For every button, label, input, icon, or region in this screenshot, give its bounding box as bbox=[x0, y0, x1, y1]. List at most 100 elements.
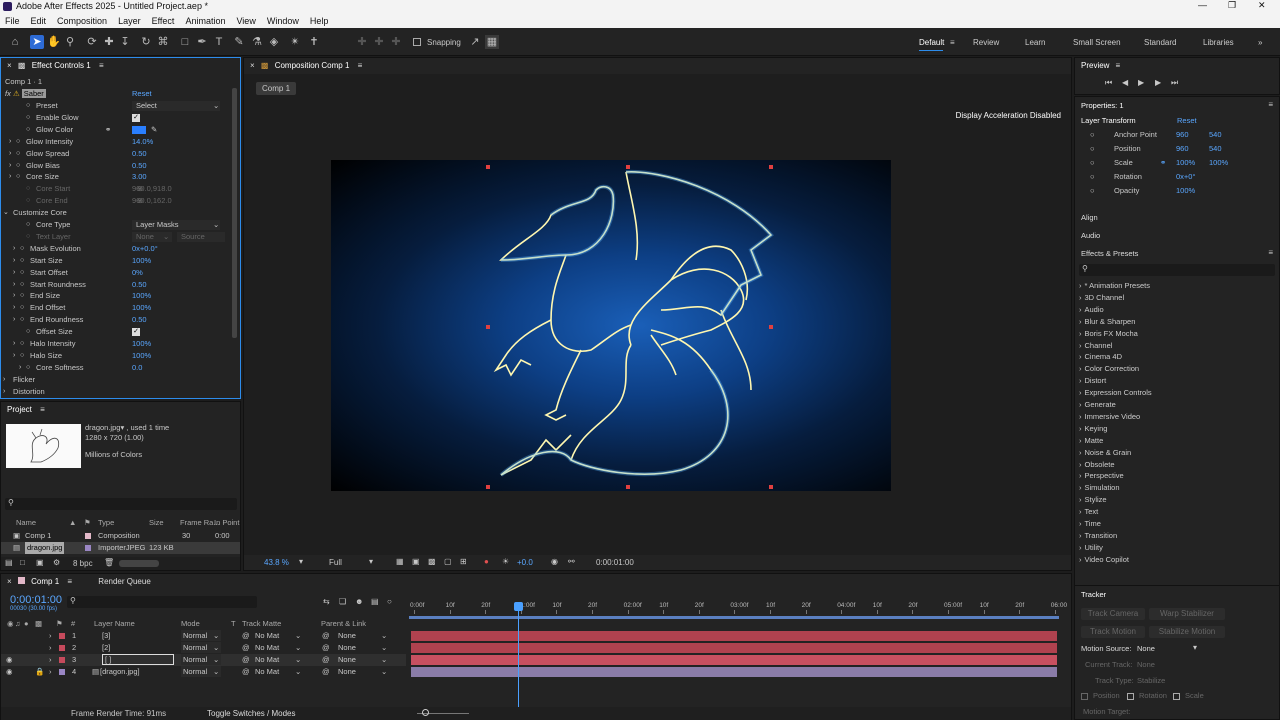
glow-color-swatch[interactable] bbox=[132, 125, 146, 134]
effects-category-perspective[interactable]: › Perspective bbox=[1079, 471, 1124, 480]
work-area-bar[interactable] bbox=[409, 616, 1059, 619]
twirl-right-icon[interactable]: › bbox=[13, 279, 15, 291]
twirl-right-icon[interactable]: › bbox=[9, 136, 11, 148]
close-panel-icon[interactable]: × bbox=[250, 61, 255, 70]
pan-tool-icon[interactable]: ✚ bbox=[102, 35, 116, 49]
layer-duration-bar[interactable] bbox=[411, 667, 1057, 677]
transform-row-position[interactable]: ○ Position 960 540 bbox=[1075, 143, 1275, 155]
effect-row-value[interactable]: 100% bbox=[132, 255, 151, 267]
checkbox[interactable]: ✓ bbox=[132, 113, 140, 122]
col-type[interactable]: Type bbox=[98, 517, 114, 529]
effect-row-end-size[interactable]: › ○ End Size 100% bbox=[1, 290, 236, 302]
parent-pickwhip-icon[interactable]: @ bbox=[322, 630, 330, 642]
twirl-right-icon[interactable]: › bbox=[1079, 376, 1082, 385]
timeline-layer-2[interactable]: › 2 [2] Normal ⌄ @ No Mat ⌄ @ None ⌄ bbox=[1, 642, 406, 654]
lock-icon[interactable]: 🔒 bbox=[35, 666, 44, 678]
effects-search-input[interactable]: ⚲ bbox=[1079, 264, 1275, 276]
stopwatch-icon[interactable]: ○ bbox=[26, 326, 30, 338]
preview-title[interactable]: Preview bbox=[1081, 61, 1109, 70]
axis-local-icon[interactable]: ✚ bbox=[355, 35, 369, 49]
twirl-right-icon[interactable]: › bbox=[19, 362, 21, 374]
effect-controls-scrollbar[interactable] bbox=[232, 88, 237, 338]
effect-row-customize-core[interactable]: ⌄ Customize Core bbox=[1, 207, 236, 219]
panel-menu-icon[interactable]: ≡ bbox=[358, 61, 363, 70]
close-panel-icon[interactable]: × bbox=[7, 61, 12, 70]
track-matte-pickwhip-icon[interactable]: @ bbox=[242, 642, 250, 654]
next-frame-icon[interactable]: ▶ bbox=[1155, 78, 1161, 87]
brush-tool-icon[interactable]: ✎ bbox=[232, 35, 246, 49]
panel-menu-icon[interactable]: ≡ bbox=[99, 61, 104, 70]
effects-category-stylize[interactable]: › Stylize bbox=[1079, 495, 1107, 504]
sort-icon[interactable]: ▲ bbox=[69, 517, 76, 529]
warp-stabilizer-button[interactable]: Warp Stabilizer bbox=[1149, 608, 1225, 620]
track-camera-button[interactable]: Track Camera bbox=[1081, 608, 1145, 620]
time-ruler[interactable]: 0:00f 10f 20f 01:00f 10f 20f 02:00f 10f 20f 03:00… bbox=[407, 594, 1067, 619]
twirl-right-icon[interactable]: › bbox=[1079, 448, 1082, 457]
snapping-checkbox[interactable] bbox=[413, 38, 421, 46]
twirl-right-icon[interactable]: › bbox=[13, 243, 15, 255]
playhead-handle[interactable] bbox=[514, 602, 523, 611]
workspace-small-screen[interactable]: Small Screen bbox=[1073, 38, 1121, 47]
effects-category-distort[interactable]: › Distort bbox=[1079, 376, 1106, 385]
stopwatch-icon[interactable]: ○ bbox=[20, 279, 24, 291]
track-matte-value[interactable]: No Mat bbox=[255, 666, 279, 678]
twirl-right-icon[interactable]: › bbox=[13, 338, 15, 350]
effect-row-glow-bias[interactable]: › ○ Glow Bias 0.50 bbox=[1, 160, 236, 172]
label-icon[interactable]: ⚑ bbox=[84, 517, 91, 529]
snap-options-icon[interactable]: ↗ bbox=[468, 35, 482, 49]
link-icon[interactable]: ⚭ bbox=[105, 124, 111, 136]
track-motion-button[interactable]: Track Motion bbox=[1081, 626, 1145, 638]
stopwatch-icon[interactable]: ○ bbox=[1090, 129, 1095, 141]
effects-category-matte[interactable]: › Matte bbox=[1079, 436, 1103, 445]
chevron-down-icon[interactable]: ⌄ bbox=[381, 630, 387, 642]
chevron-down-icon[interactable]: ⌄ bbox=[381, 642, 387, 654]
effect-row-distortion[interactable]: › Distortion bbox=[1, 386, 236, 398]
track-matte-value[interactable]: No Mat bbox=[255, 642, 279, 654]
effects-category-color-correction[interactable]: › Color Correction bbox=[1079, 364, 1139, 373]
stopwatch-icon[interactable]: ○ bbox=[20, 338, 24, 350]
dropdown-preset[interactable]: Select bbox=[132, 101, 220, 111]
effect-row-glow-color[interactable]: ○ Glow Color ✎ ⚭ bbox=[1, 124, 236, 136]
twirl-right-icon[interactable]: › bbox=[13, 290, 15, 302]
project-item-comp-1[interactable]: ▣ Comp 1 Composition 30 0:00 bbox=[1, 530, 240, 542]
transform-row-opacity[interactable]: ○ Opacity 100% bbox=[1075, 185, 1275, 197]
layer-label-color[interactable] bbox=[59, 669, 65, 675]
chevron-down-icon[interactable]: ⌄ bbox=[295, 666, 301, 678]
effects-category-immersive-video[interactable]: › Immersive Video bbox=[1079, 412, 1140, 421]
lock-header-icon[interactable]: ▩ bbox=[35, 618, 42, 630]
stopwatch-icon[interactable]: ○ bbox=[16, 171, 20, 183]
twirl-right-icon[interactable]: › bbox=[1079, 305, 1082, 314]
effects-category-utility[interactable]: › Utility bbox=[1079, 543, 1103, 552]
twirl-right-icon[interactable]: › bbox=[1079, 388, 1082, 397]
stopwatch-icon[interactable]: ○ bbox=[16, 148, 20, 160]
effect-row-value[interactable]: 0.50 bbox=[132, 314, 147, 326]
frame-blend-icon[interactable]: ▤ bbox=[371, 597, 379, 606]
roto-brush-icon[interactable]: ✴ bbox=[288, 35, 302, 49]
chevron-down-icon[interactable]: ⌄ bbox=[295, 654, 301, 666]
effects-category-transition[interactable]: › Transition bbox=[1079, 531, 1117, 540]
item-label-color[interactable] bbox=[85, 545, 91, 551]
effect-row-offset-size[interactable]: ○ Offset Size ✓ bbox=[1, 326, 236, 338]
visibility-eye-icon[interactable]: ◉ bbox=[6, 666, 13, 678]
comp-flowchart-icon[interactable]: ⇆ bbox=[323, 597, 330, 606]
twirl-right-icon[interactable]: › bbox=[49, 630, 52, 642]
menu-composition[interactable]: Composition bbox=[57, 16, 107, 26]
twirl-right-icon[interactable]: › bbox=[9, 171, 11, 183]
checkbox[interactable]: ✓ bbox=[132, 328, 140, 337]
first-frame-icon[interactable]: ⏮ bbox=[1105, 78, 1112, 88]
twirl-right-icon[interactable]: › bbox=[13, 255, 15, 267]
track-matte-value[interactable]: No Mat bbox=[255, 630, 279, 642]
effects-category-blur-sharpen[interactable]: › Blur & Sharpen bbox=[1079, 317, 1135, 326]
effects-category-video-copilot[interactable]: › Video Copilot bbox=[1079, 555, 1129, 564]
layer-duration-bar[interactable] bbox=[411, 631, 1057, 641]
workspace-learn[interactable]: Learn bbox=[1025, 38, 1045, 47]
twirl-right-icon[interactable]: › bbox=[13, 302, 15, 314]
col-in[interactable]: In Point bbox=[214, 517, 239, 529]
transform-value-1[interactable]: 100% bbox=[1176, 185, 1195, 197]
stopwatch-icon[interactable]: ○ bbox=[20, 350, 24, 362]
render-queue-tab[interactable]: Render Queue bbox=[98, 577, 150, 586]
layer-name[interactable]: [dragon.jpg] bbox=[100, 666, 140, 678]
effect-row-value[interactable]: 100% bbox=[132, 350, 151, 362]
timeline-layer-4[interactable]: ◉ 🔒 › 4 ▤ [dragon.jpg] Normal ⌄ @ No Mat ⌄ @ None ⌄ bbox=[1, 666, 406, 678]
audio-panel-title[interactable]: Audio bbox=[1081, 230, 1100, 242]
